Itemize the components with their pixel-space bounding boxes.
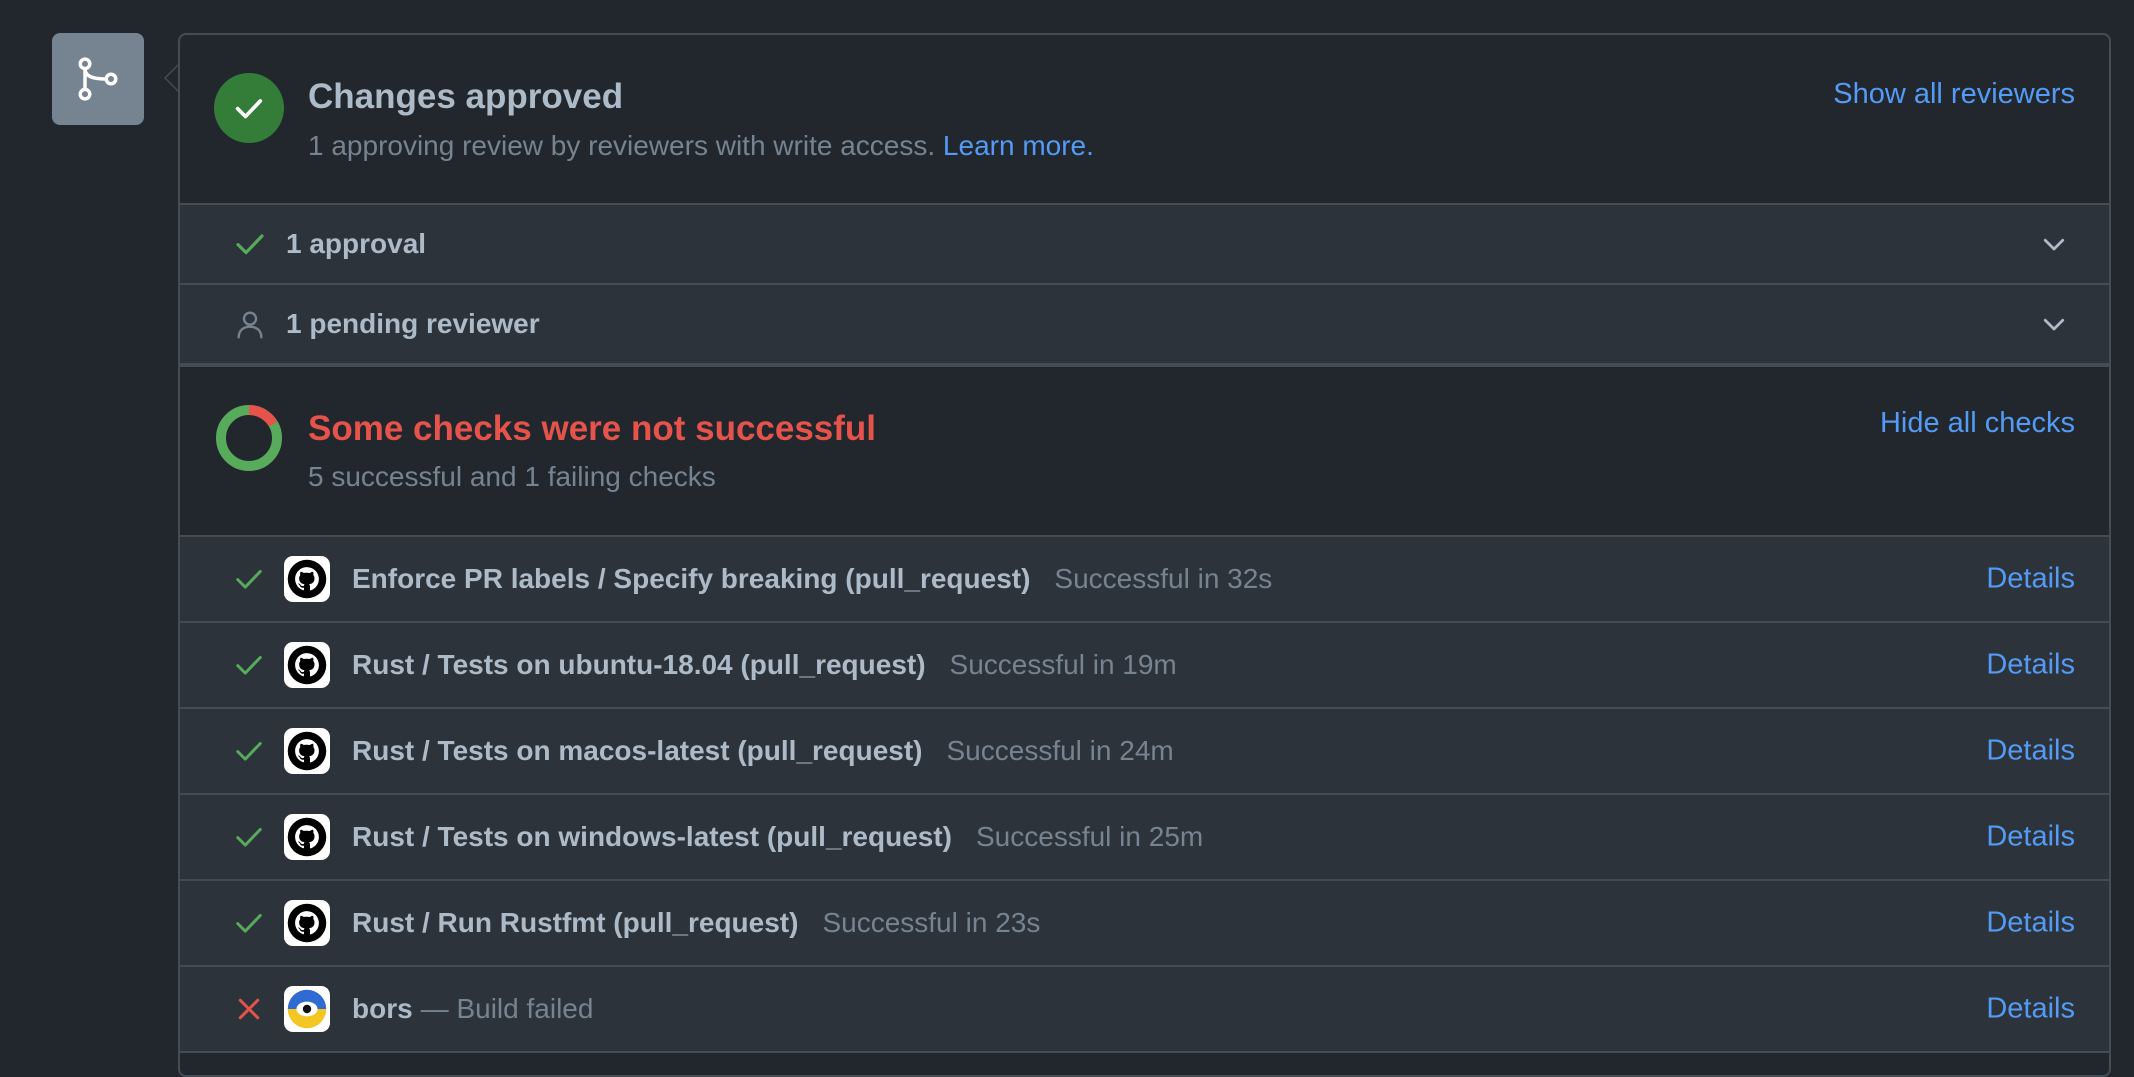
- check-name: Rust / Run Rustfmt (pull_request): [352, 907, 799, 938]
- pending-reviewers-label: 1 pending reviewer: [286, 308, 540, 339]
- check-text: Rust / Run Rustfmt (pull_request) Success…: [352, 907, 1040, 939]
- github-actions-icon: [284, 900, 330, 946]
- check-text: Rust / Tests on ubuntu-18.04 (pull_reque…: [352, 649, 1177, 681]
- pending-reviewers-row[interactable]: 1 pending reviewer: [180, 285, 2109, 365]
- github-actions-icon: [284, 556, 330, 602]
- check-icon: [236, 234, 264, 255]
- panel-pointer: [164, 64, 179, 92]
- check-status: Successful in 25m: [976, 821, 1204, 852]
- check-name: bors: [352, 993, 413, 1024]
- hide-all-checks-link[interactable]: Hide all checks: [1880, 407, 2075, 440]
- details-link[interactable]: Details: [1986, 993, 2075, 1026]
- show-all-reviewers-link[interactable]: Show all reviewers: [1833, 78, 2075, 111]
- check-text: bors — Build failed: [352, 993, 593, 1025]
- checks-summary: Some checks were not successful 5 succes…: [180, 365, 2109, 537]
- review-subtitle-text: 1 approving review by reviewers with wri…: [308, 130, 936, 161]
- details-link[interactable]: Details: [1986, 735, 2075, 768]
- bors-icon: [284, 986, 330, 1032]
- check-name: Enforce PR labels / Specify breaking (pu…: [352, 563, 1031, 594]
- check-icon: [236, 570, 262, 589]
- check-icon: [236, 828, 262, 847]
- check-text: Rust / Tests on windows-latest (pull_req…: [352, 821, 1203, 853]
- check-row: Enforce PR labels / Specify breaking (pu…: [180, 537, 2109, 623]
- check-icon: [236, 742, 262, 761]
- check-name: Rust / Tests on ubuntu-18.04 (pull_reque…: [352, 649, 926, 680]
- learn-more-link[interactable]: Learn more.: [943, 130, 1094, 161]
- person-icon: [237, 311, 263, 339]
- check-status: Successful in 24m: [946, 735, 1174, 766]
- check-icon: [236, 914, 262, 933]
- check-status: Successful in 19m: [949, 649, 1177, 680]
- check-icon: [236, 656, 262, 675]
- check-row: Rust / Run Rustfmt (pull_request) Success…: [180, 881, 2109, 967]
- check-text: Rust / Tests on macos-latest (pull_reque…: [352, 735, 1174, 767]
- chevron-down-icon[interactable]: [2039, 309, 2069, 339]
- review-summary: Changes approved 1 approving review by r…: [180, 35, 2109, 205]
- details-link[interactable]: Details: [1986, 821, 2075, 854]
- review-subtitle: 1 approving review by reviewers with wri…: [308, 130, 1094, 162]
- chevron-down-icon[interactable]: [2039, 229, 2069, 259]
- check-icon: [214, 73, 284, 143]
- details-link[interactable]: Details: [1986, 649, 2075, 682]
- donut-status-icon: [216, 405, 282, 471]
- approvals-label: 1 approval: [286, 228, 427, 259]
- x-icon: [238, 998, 260, 1020]
- check-text: Enforce PR labels / Specify breaking (pu…: [352, 563, 1272, 595]
- github-actions-icon: [284, 642, 330, 688]
- check-name: Rust / Tests on macos-latest (pull_reque…: [352, 735, 923, 766]
- checks-subtitle: 5 successful and 1 failing checks: [308, 461, 716, 492]
- checks-title: Some checks were not successful: [308, 409, 877, 448]
- check-row: Rust / Tests on ubuntu-18.04 (pull_reque…: [180, 623, 2109, 709]
- check-row: bors — Build failed Details: [180, 967, 2109, 1053]
- git-merge-icon: [52, 33, 144, 125]
- check-status: — Build failed: [420, 993, 594, 1024]
- details-link[interactable]: Details: [1986, 563, 2075, 596]
- check-row: Rust / Tests on windows-latest (pull_req…: [180, 795, 2109, 881]
- check-name: Rust / Tests on windows-latest (pull_req…: [352, 821, 952, 852]
- check-status: Successful in 32s: [1054, 563, 1273, 594]
- check-status: Successful in 23s: [822, 907, 1041, 938]
- check-row: Rust / Tests on macos-latest (pull_reque…: [180, 709, 2109, 795]
- github-actions-icon: [284, 814, 330, 860]
- merge-status-panel: Changes approved 1 approving review by r…: [178, 33, 2111, 1077]
- github-actions-icon: [284, 728, 330, 774]
- review-title: Changes approved: [308, 77, 624, 116]
- details-link[interactable]: Details: [1986, 907, 2075, 940]
- approvals-row[interactable]: 1 approval: [180, 205, 2109, 285]
